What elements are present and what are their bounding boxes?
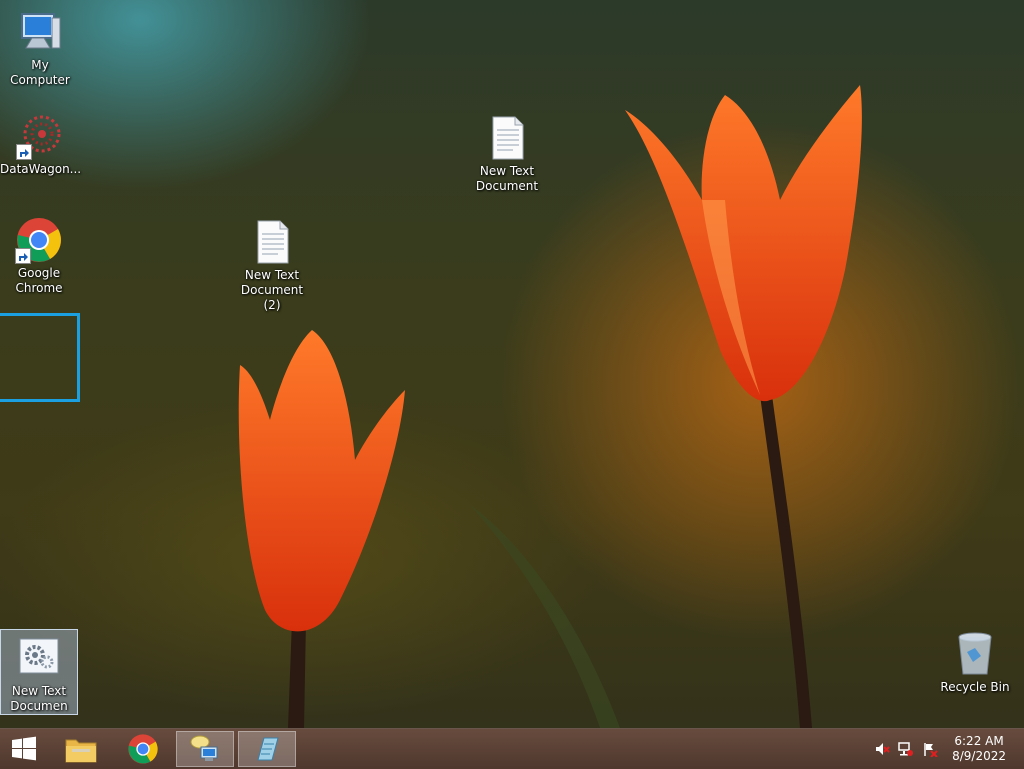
taskbar-network-app-button[interactable] — [176, 731, 234, 767]
desktop-icon-label: Google Chrome — [15, 266, 63, 295]
desktop-icon-label: My Computer — [10, 58, 70, 87]
desktop-icon-new-text-document-2[interactable]: New Text Document (2) — [232, 218, 312, 313]
taskbar-file-explorer-button[interactable] — [52, 731, 110, 767]
taskbar-notepad-button[interactable] — [238, 731, 296, 767]
start-button[interactable] — [0, 731, 48, 767]
recycle-bin-icon — [951, 630, 999, 678]
shortcut-arrow-icon — [16, 144, 32, 160]
clock-date: 8/9/2022 — [952, 749, 1006, 763]
desktop-icon-label: Recycle Bin — [940, 680, 1010, 694]
desktop-selection-focus-rect[interactable] — [0, 313, 80, 402]
desktop-icon-new-text-document[interactable]: New Text Document — [467, 114, 547, 194]
desktop-icon-label: New Text Documen — [10, 684, 68, 713]
settings-document-icon — [15, 634, 63, 682]
volume-muted-icon[interactable] — [874, 741, 890, 757]
taskbar-chrome-button[interactable] — [114, 731, 172, 767]
notepad-icon — [257, 737, 279, 761]
network-icon[interactable] — [898, 741, 914, 757]
desktop-icon-label: DataWagon... — [0, 162, 82, 176]
action-center-flag-icon[interactable] — [922, 741, 938, 758]
text-document-icon — [248, 218, 296, 266]
chrome-icon — [15, 216, 63, 264]
network-computer-icon — [190, 735, 218, 761]
wallpaper-tulips — [238, 85, 862, 728]
system-clock[interactable]: 6:22 AM 8/9/2022 — [952, 734, 1006, 764]
clock-time: 6:22 AM — [954, 734, 1004, 748]
computer-icon — [16, 8, 64, 56]
datawagon-icon — [16, 112, 64, 160]
desktop-icon-my-computer[interactable]: My Computer — [0, 8, 80, 88]
taskbar: 6:22 AM 8/9/2022 — [0, 728, 1024, 769]
desktop-icon-datawagon[interactable]: DataWagon... — [0, 112, 82, 177]
folder-icon — [65, 739, 97, 763]
windows-logo-icon — [12, 736, 36, 761]
desktop-icon-label: New Text Document (2) — [240, 268, 304, 312]
desktop[interactable]: My Computer DataWagon... Google Chrome N… — [0, 0, 1024, 728]
desktop-icon-google-chrome[interactable]: Google Chrome — [0, 216, 79, 296]
shortcut-arrow-icon — [15, 248, 31, 264]
text-document-icon — [483, 114, 531, 162]
desktop-icon-new-text-documen-selected[interactable]: New Text Documen — [0, 629, 78, 715]
chrome-icon — [128, 734, 158, 764]
desktop-icon-label: New Text Document — [475, 164, 539, 193]
desktop-icon-recycle-bin[interactable]: Recycle Bin — [935, 630, 1015, 695]
